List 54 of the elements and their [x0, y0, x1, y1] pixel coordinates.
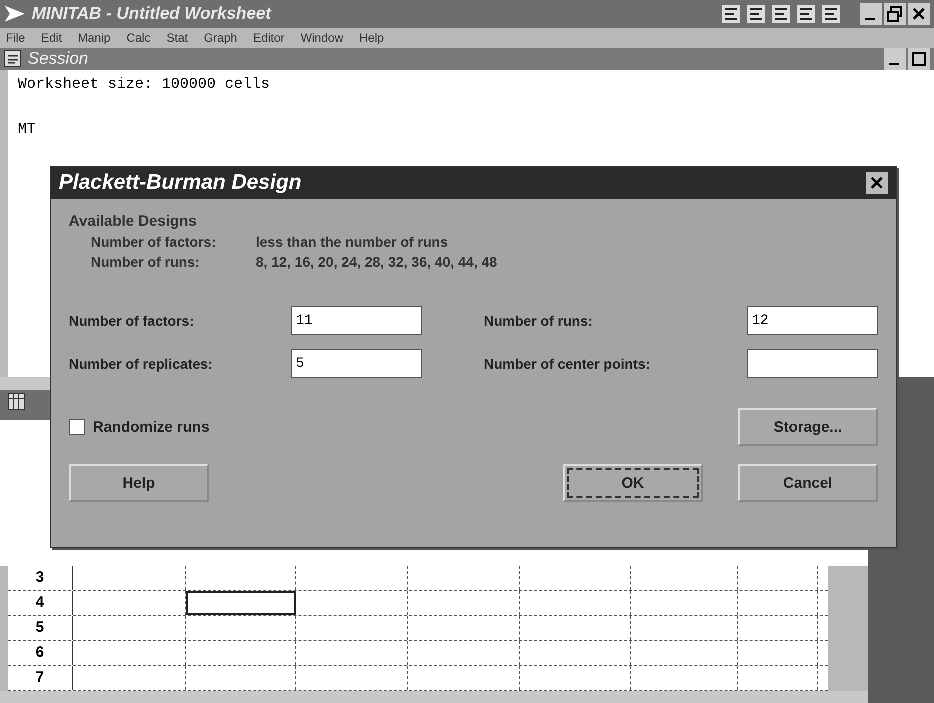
row-number: 6	[8, 641, 73, 665]
menu-item[interactable]: Window	[300, 31, 344, 45]
row-number: 3	[8, 566, 73, 590]
menu-item[interactable]: Editor	[253, 31, 285, 45]
close-icon[interactable]	[866, 172, 888, 194]
menu-item[interactable]: Manip	[78, 31, 111, 45]
maximize-icon[interactable]	[908, 48, 930, 70]
toolbar-icon[interactable]	[745, 3, 767, 25]
toolbar-icon[interactable]	[795, 3, 817, 25]
input-field[interactable]: 12	[747, 306, 878, 335]
close-icon[interactable]	[908, 3, 930, 25]
menu-item[interactable]: Edit	[41, 31, 62, 45]
menu-item[interactable]: File	[6, 31, 26, 45]
arrow-logo-icon	[4, 5, 26, 23]
field-label: Number of factors:	[69, 312, 196, 328]
storage-button[interactable]: Storage...	[738, 408, 878, 446]
toolbar-icon[interactable]	[770, 3, 792, 25]
app-title: MINITAB - Untitled Worksheet	[32, 4, 273, 24]
menu-item[interactable]: Calc	[126, 31, 151, 45]
toolbar-icon[interactable]	[720, 3, 742, 25]
dialog-button[interactable]: Cancel	[738, 464, 878, 502]
info-value: 8, 12, 16, 20, 24, 28, 32, 36, 40, 44, 48	[256, 254, 498, 270]
dialog-button[interactable]: Help	[69, 464, 209, 502]
info-label: Number of factors:	[91, 234, 218, 250]
input-field[interactable]: 5	[291, 349, 422, 378]
field-label: Number of center points:	[483, 356, 652, 372]
session-line: MT	[18, 121, 38, 138]
session-window-icon	[4, 50, 22, 68]
scroll-bar[interactable]	[0, 691, 868, 703]
toolbar-icon[interactable]	[820, 3, 842, 25]
checkbox-label[interactable]: Randomize runs	[93, 418, 210, 436]
input-field[interactable]	[747, 349, 878, 378]
dialog-button[interactable]: OK	[563, 464, 703, 502]
info-value: less than the number of runs	[256, 234, 450, 250]
section-heading: Available Designs	[69, 213, 198, 230]
input-field[interactable]: 11	[291, 306, 422, 335]
session-title: Session	[28, 49, 90, 69]
worksheet-window-icon	[8, 393, 26, 411]
minimize-icon[interactable]	[884, 48, 906, 70]
field-label: Number of runs:	[483, 312, 594, 328]
info-label: Number of runs:	[91, 254, 201, 270]
field-label: Number of replicates:	[69, 356, 214, 372]
row-number: 7	[8, 666, 73, 690]
menu-item[interactable]: Help	[360, 31, 384, 45]
menu-item[interactable]: Graph	[204, 31, 238, 45]
menu-item[interactable]: Stat	[166, 31, 188, 45]
minimize-icon[interactable]	[860, 3, 882, 25]
dialog-title: Plackett-Burman Design	[59, 171, 303, 195]
checkbox[interactable]	[69, 419, 85, 435]
session-line: Worksheet size: 100000 cells	[18, 76, 272, 93]
restore-icon[interactable]	[884, 3, 906, 25]
row-number: 5	[8, 616, 73, 640]
table-cell[interactable]	[186, 591, 296, 615]
row-number: 4	[8, 591, 73, 615]
